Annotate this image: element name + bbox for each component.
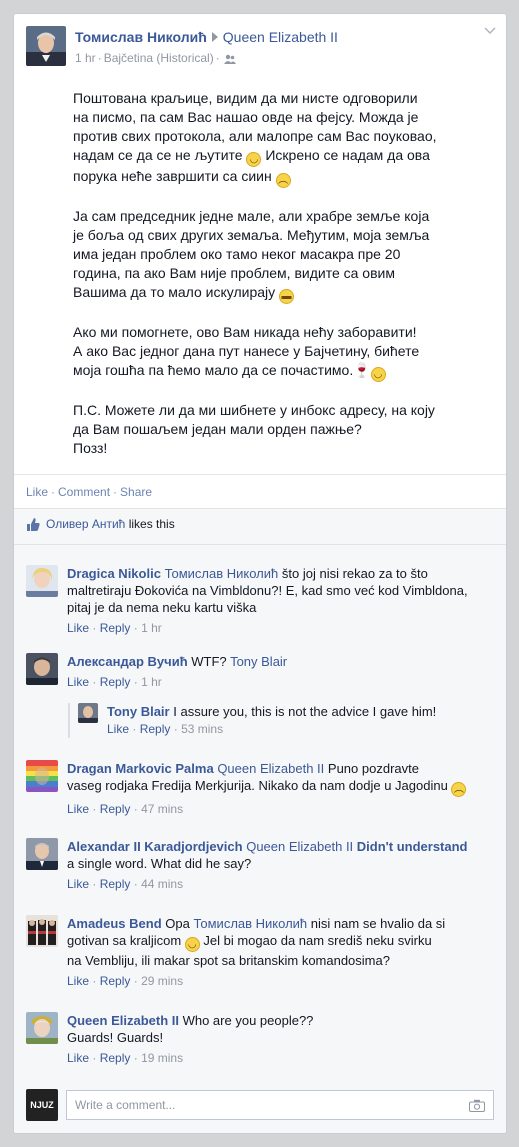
comment-author[interactable]: Queen Elizabeth II	[67, 1013, 179, 1028]
comment-time[interactable]: 19 mins	[141, 1051, 183, 1065]
wine-emoji-icon: 🍷	[353, 362, 371, 378]
avatar[interactable]	[26, 565, 58, 597]
avatar[interactable]	[26, 915, 58, 947]
avatar[interactable]	[26, 1012, 58, 1044]
comment-reply-link[interactable]: Reply	[100, 675, 131, 689]
comment-reply-link[interactable]: Reply	[100, 1051, 131, 1065]
mention[interactable]: Tony Blair	[230, 654, 287, 669]
comment-reply-link[interactable]: Reply	[100, 621, 131, 635]
sunglasses-emoji-icon: ▬	[279, 289, 295, 304]
laugh-emoji-icon: ◡	[370, 367, 386, 382]
post-paragraph: Поштована краљице, видим да ми нисте одг…	[73, 90, 437, 188]
reply-author[interactable]: Tony Blair	[107, 704, 170, 719]
author-name[interactable]: Томислав Николић	[75, 29, 207, 45]
comment: Александар Вучић WTF? Tony Blair Like · …	[14, 653, 506, 691]
post-location[interactable]: Bajčetina (Historical)	[104, 51, 214, 65]
comment-time[interactable]: 29 mins	[141, 974, 183, 988]
mention[interactable]: Queen Elizabeth II	[217, 761, 324, 776]
comment-author[interactable]: Amadeus Bend	[67, 916, 162, 931]
comment: Alexandar II Karadjordjevich Queen Eliza…	[14, 838, 506, 893]
like-link[interactable]: Like	[26, 485, 48, 499]
liker-name[interactable]: Оливер Антић	[46, 517, 125, 531]
reply: Tony Blair I assure you, this is not the…	[68, 703, 506, 738]
thumbs-up-icon	[27, 518, 40, 531]
comment-reply-link[interactable]: Reply	[100, 974, 131, 988]
comment-like-link[interactable]: Like	[67, 675, 89, 689]
comment-time[interactable]: 1 hr	[141, 621, 162, 635]
avatar[interactable]	[26, 838, 58, 870]
mention[interactable]: Queen Elizabeth II	[246, 839, 353, 854]
comment: Queen Elizabeth II Who are you people?? …	[14, 1012, 506, 1067]
comment-author[interactable]: Dragica Nikolic	[67, 566, 161, 581]
comment: Amadeus Bend Opa Томислав Николић nisi n…	[14, 915, 506, 990]
smile-emoji-icon: ◡	[246, 152, 262, 167]
comment-link[interactable]: Comment	[58, 485, 110, 499]
comment-like-link[interactable]: Like	[67, 1051, 89, 1065]
recipient-name[interactable]: Queen Elizabeth II	[223, 29, 338, 45]
frown-emoji-icon: ︵	[451, 782, 467, 797]
chevron-down-icon[interactable]	[484, 27, 496, 35]
post-paragraph: Ако ми помогнете, ово Вам никада нећу за…	[73, 324, 420, 382]
comment: Dragica Nikolic Томислав Николић što joj…	[14, 565, 506, 637]
post-paragraph: П.С. Можете ли да ми шибнете у инбокс ад…	[73, 402, 435, 456]
mention[interactable]: Томислав Николић	[193, 916, 307, 931]
comment-time[interactable]: 1 hr	[141, 675, 162, 689]
friends-icon[interactable]	[223, 54, 236, 64]
comment-reply-link[interactable]: Reply	[100, 802, 131, 816]
comment: Dragan Markovic Palma Queen Elizabeth II…	[14, 760, 506, 818]
avatar[interactable]	[26, 653, 58, 685]
njuz-badge: NJUZ	[26, 1089, 58, 1121]
comment-time[interactable]: 47 mins	[141, 802, 183, 816]
comments-section: Оливер Антић likes this Dragica Nikolic …	[14, 508, 506, 1133]
likes-summary: Оливер Антић likes this	[14, 509, 506, 545]
post-body: Поштована краљице, видим да ми нисте одг…	[26, 89, 494, 458]
reply-reply-link[interactable]: Reply	[140, 722, 171, 736]
author-avatar[interactable]	[26, 26, 66, 66]
post-time[interactable]: 1 hr	[75, 51, 96, 65]
frown-emoji-icon: ︵	[275, 173, 291, 188]
post-card: Томислав Николић Queen Elizabeth II 1 hr ·…	[13, 13, 507, 1134]
avatar[interactable]	[26, 760, 58, 792]
comment-like-link[interactable]: Like	[67, 802, 89, 816]
comment-like-link[interactable]: Like	[67, 974, 89, 988]
comment-author[interactable]: Alexandar II Karadjordjevich	[67, 839, 243, 854]
reply-time[interactable]: 53 mins	[181, 722, 223, 736]
comment-author[interactable]: Александар Вучић	[67, 654, 188, 669]
comment-like-link[interactable]: Like	[67, 621, 89, 635]
smile-emoji-icon: ◡	[184, 937, 200, 952]
avatar[interactable]	[78, 703, 98, 723]
mention[interactable]: Томислав Николић	[165, 566, 279, 581]
comment-time[interactable]: 44 mins	[141, 877, 183, 891]
post-paragraph: Ја сам председник једне мале, али храбре…	[73, 208, 430, 304]
reply-like-link[interactable]: Like	[107, 722, 129, 736]
comment-input[interactable]: Write a comment...	[66, 1090, 494, 1120]
arrow-right-icon	[211, 32, 218, 42]
comment-reply-link[interactable]: Reply	[100, 877, 131, 891]
camera-icon[interactable]	[469, 1099, 485, 1112]
comment-author[interactable]: Dragan Markovic Palma	[67, 761, 214, 776]
share-link[interactable]: Share	[120, 485, 152, 499]
post-actions: Like · Comment · Share	[14, 474, 506, 508]
post: Томислав Николић Queen Elizabeth II 1 hr ·…	[14, 14, 506, 474]
comment-like-link[interactable]: Like	[67, 877, 89, 891]
comment-composer: NJUZ Write a comment...	[14, 1089, 506, 1133]
